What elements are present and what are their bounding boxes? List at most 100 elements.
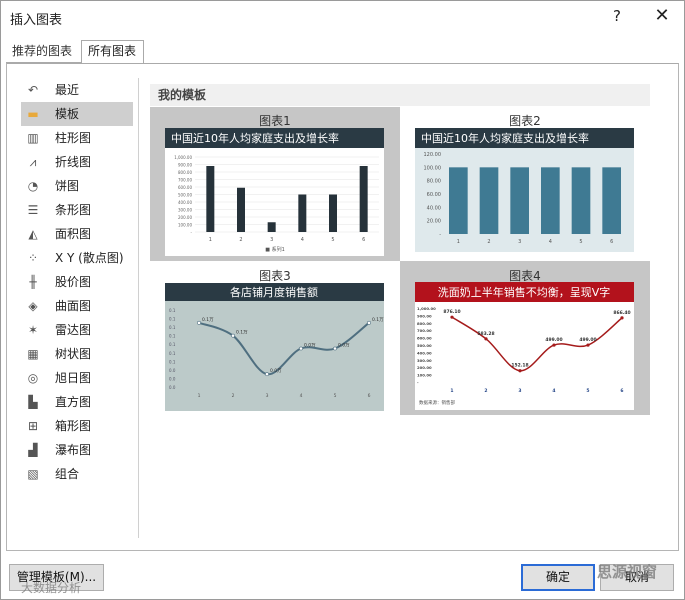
bar <box>206 166 215 232</box>
sidebar-item-label: 柱形图 <box>55 131 92 145</box>
template-thumbnail: 各店铺月度销售额 0.1 0.1 0.1 0.1 0.1 0.1 0.1 0.0 0.0 0.0 0.… <box>165 283 384 411</box>
y-tick-label: 0.0 <box>169 385 176 390</box>
sidebar-item-treemap-chart[interactable]: ▦ 树状图 <box>21 342 133 366</box>
template-thumbnail: 中国近10年人均家庭支出及增长率 1,000.00 900.00 800.00 700.… <box>165 128 384 256</box>
help-button[interactable]: ? <box>608 7 626 27</box>
template-card-4[interactable]: 图表4 洗面奶上半年销售不均衡，呈现V字 1,000.00 900.00 800.00… <box>400 261 650 415</box>
sidebar-item-folder[interactable]: ▬ 模板 <box>21 102 133 126</box>
sidebar-item-column-chart[interactable]: ▥ 柱形图 <box>21 126 133 150</box>
sidebar-item-area-chart[interactable]: ◭ 面积图 <box>21 222 133 246</box>
bar <box>449 167 468 234</box>
x-tick-label: 4 <box>552 388 555 394</box>
sidebar-item-combo-chart[interactable]: ▧ 组合 <box>21 462 133 486</box>
bar <box>298 194 307 232</box>
y-tick-label: 0.1 <box>169 334 176 339</box>
y-tick-label: 1,000.00 <box>174 155 192 160</box>
y-tick-label: 200.00 <box>178 215 192 220</box>
data-label: 0.0万 <box>304 343 316 349</box>
series-line <box>451 316 623 372</box>
sidebar-item-label: 箱形图 <box>55 419 92 433</box>
x-tick-label: 5 <box>586 388 589 394</box>
x-tick-label: 4 <box>300 393 303 399</box>
data-point <box>231 333 235 338</box>
data-point <box>265 372 269 377</box>
bar <box>479 167 499 234</box>
sidebar-item-surface-chart[interactable]: ◈ 曲面图 <box>21 294 133 318</box>
box-whisker-chart-icon: ⊞ <box>27 419 39 433</box>
chart-footer: 数据来源：销售部 <box>419 399 455 406</box>
y-tick-label: 400.00 <box>178 200 192 205</box>
sidebar-item-bar-chart[interactable]: ☰ 条形图 <box>21 198 133 222</box>
tab-recommended-charts[interactable]: 推荐的图表 <box>6 41 82 63</box>
sidebar-item-label: 直方图 <box>55 395 92 409</box>
data-point <box>552 343 556 347</box>
template-label: 图表3 <box>259 269 291 283</box>
data-point <box>197 320 201 325</box>
sidebar-item-waterfall-chart[interactable]: ▟ 瀑布图 <box>21 438 133 462</box>
sidebar-item-sunburst-chart[interactable]: ◎ 旭日图 <box>21 366 133 390</box>
data-point <box>620 316 624 320</box>
sidebar-item-pie-chart[interactable]: ◔ 饼图 <box>21 174 133 198</box>
data-label: 152.18 <box>511 363 528 369</box>
template-card-2[interactable]: 图表2 中国近10年人均家庭支出及增长率 120.00 100.00 80.00 60.… <box>400 107 650 261</box>
y-tick-label: 1,000.00 <box>417 306 436 311</box>
tab-all-charts[interactable]: 所有图表 <box>81 40 144 63</box>
sidebar-item-label: 雷达图 <box>55 323 92 337</box>
sidebar-item-label: 树状图 <box>55 347 92 361</box>
x-tick-label: 5 <box>334 393 337 399</box>
chart-title: 洗面奶上半年销售不均衡，呈现V字 <box>438 285 611 299</box>
x-tick-label: 4 <box>549 239 552 245</box>
y-tick-label: 300.00 <box>417 358 432 363</box>
sidebar-item-radar-chart[interactable]: ✶ 雷达图 <box>21 318 133 342</box>
y-tick-label: 100.00 <box>424 165 442 171</box>
x-tick-label: 3 <box>266 393 269 399</box>
bar <box>329 194 337 232</box>
data-label: 499.00 <box>579 337 596 343</box>
line-chart-icon: ⩘ <box>29 155 37 169</box>
data-point <box>367 320 371 325</box>
sidebar-item-histogram-chart[interactable]: ▙ 直方图 <box>21 390 133 414</box>
treemap-chart-icon: ▦ <box>27 347 39 361</box>
sidebar-item-box-whisker-chart[interactable]: ⊞ 箱形图 <box>21 414 133 438</box>
watermark-left: 大数据分析 <box>21 581 82 595</box>
x-tick-label: 2 <box>484 388 487 394</box>
template-card-3[interactable]: 图表3 各店铺月度销售额 0.1 0.1 0.1 0.1 0.1 0.1 0.1 0.0 0.0 0… <box>150 261 400 415</box>
data-point <box>299 346 303 351</box>
x-tick-label: 6 <box>362 237 365 243</box>
sidebar-item-line-chart[interactable]: ⩘ 折线图 <box>21 150 133 174</box>
y-tick-label: 0.1 <box>169 351 176 356</box>
data-point <box>586 343 590 347</box>
data-point <box>518 369 522 373</box>
y-tick-label: - <box>191 230 193 235</box>
sidebar-item-recent[interactable]: ↶ 最近 <box>21 78 133 102</box>
y-tick-label: 20.00 <box>427 219 441 225</box>
x-tick-label: 6 <box>620 388 623 394</box>
pie-chart-icon: ◔ <box>27 179 39 193</box>
data-point <box>484 337 488 341</box>
y-tick-label: - <box>417 380 419 385</box>
sidebar-item-label: 旭日图 <box>55 371 92 385</box>
x-tick-label: 3 <box>270 237 273 243</box>
x-tick-label: 5 <box>579 239 582 245</box>
chart-title: 中国近10年人均家庭支出及增长率 <box>171 131 339 145</box>
y-tick-label: 800.00 <box>417 321 432 326</box>
sidebar-item-stock-chart[interactable]: ╫ 股价图 <box>21 270 133 294</box>
sidebar-item-label: X Y (散点图) <box>55 251 124 265</box>
chart-title: 中国近10年人均家庭支出及增长率 <box>421 131 589 145</box>
y-tick-label: 700.00 <box>417 328 432 333</box>
sidebar-item-label: 折线图 <box>55 155 92 169</box>
y-tick-label: 600.00 <box>417 336 432 341</box>
chart-4-preview: 洗面奶上半年销售不均衡，呈现V字 1,000.00 900.00 800.00 700.… <box>415 282 634 406</box>
ok-button[interactable]: 确定 <box>521 564 595 591</box>
x-tick-label: 5 <box>331 237 334 243</box>
data-label: 0.1万 <box>236 330 248 336</box>
y-tick-label: - <box>439 232 441 238</box>
close-button[interactable]: ✕ <box>651 4 673 28</box>
waterfall-chart-icon: ▟ <box>28 443 38 457</box>
sidebar-item-scatter-chart[interactable]: ⁘ X Y (散点图) <box>21 246 133 270</box>
template-card-1[interactable]: 图表1 中国近10年人均家庭支出及增长率 1,000.00 900.00 800.00… <box>150 107 400 261</box>
chart-2-preview: 中国近10年人均家庭支出及增长率120.00100.0080.0060.0040… <box>415 128 634 245</box>
x-tick-label: 1 <box>209 237 212 243</box>
y-tick-label: 80.00 <box>427 179 441 185</box>
folder-icon: ▬ <box>27 107 39 121</box>
